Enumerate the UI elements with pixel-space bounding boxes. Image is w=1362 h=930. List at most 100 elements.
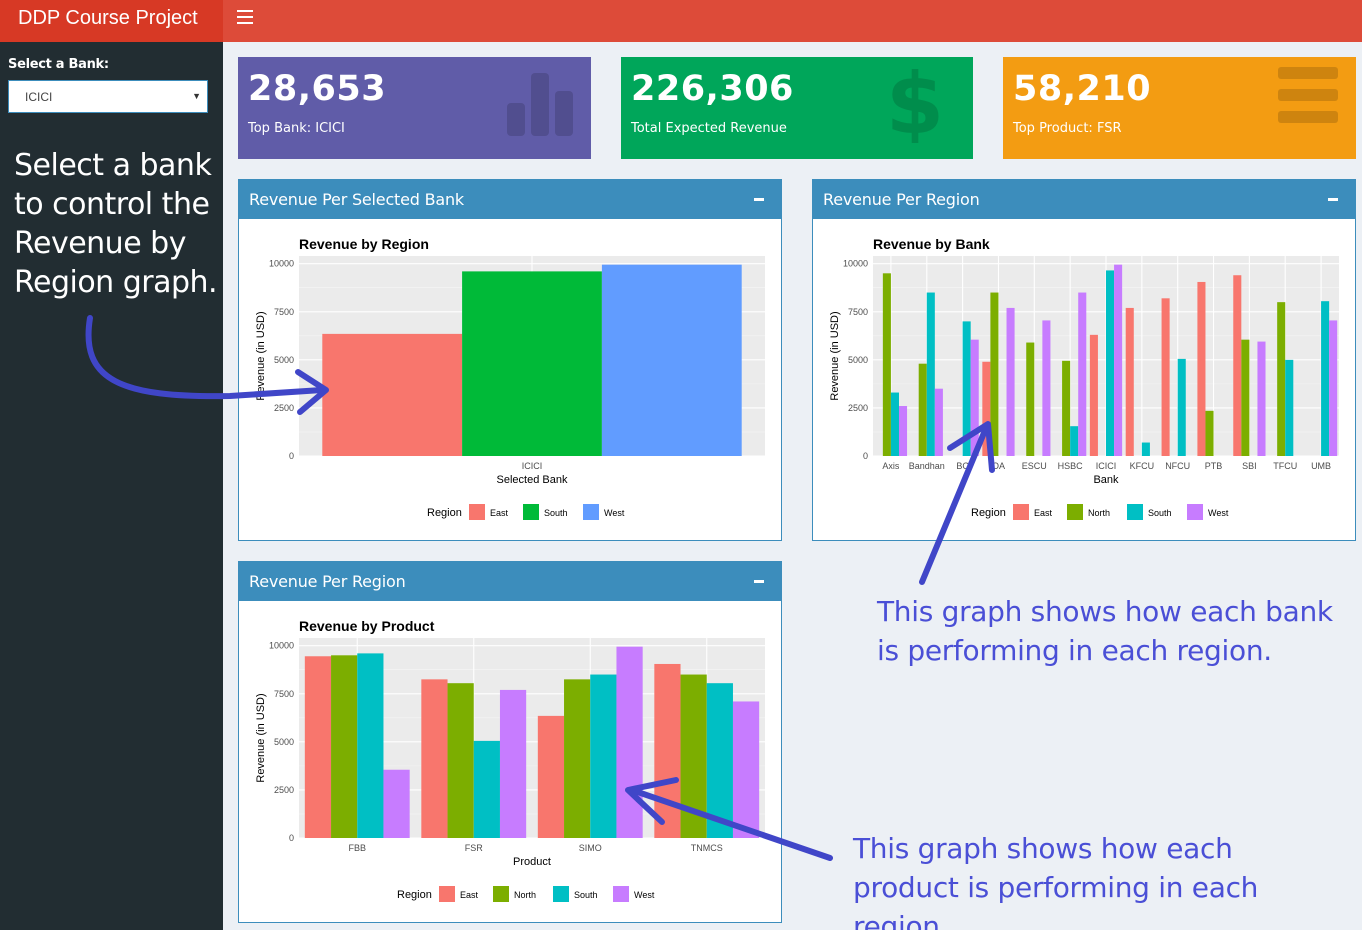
chart-title: Revenue by Product: [299, 618, 435, 634]
bar-icici-south: [462, 271, 602, 456]
caret-down-icon: ▼: [192, 91, 201, 101]
box-title: Revenue Per Selected Bank: [249, 190, 464, 209]
chart-title: Revenue by Bank: [873, 236, 990, 252]
y-tick-label: 10000: [269, 259, 294, 269]
bar-hsbc-west: [1078, 292, 1087, 456]
y-tick-label: 0: [289, 451, 294, 461]
legend-label-south: South: [574, 890, 598, 900]
bar-cboa-west: [1006, 307, 1015, 456]
bar-cboa-east: [982, 361, 991, 456]
top-product-value: 58,210: [1013, 69, 1152, 109]
bank-graph-annotation: This graph shows how each bank is perfor…: [877, 595, 1333, 667]
y-tick-label: 10000: [269, 641, 294, 651]
bar-bandhan-south: [926, 292, 935, 456]
legend-label-west: West: [1208, 508, 1229, 518]
top-bank-label: Top Bank: ICICI: [248, 121, 345, 136]
bar-kfcu-south: [1141, 442, 1150, 456]
y-tick-label: 2500: [274, 785, 294, 795]
legend-label-east: East: [490, 508, 509, 518]
legend-swatch-north: [493, 886, 509, 902]
x-tick-label: TFCU: [1273, 461, 1297, 471]
minimize-icon[interactable]: [1327, 189, 1341, 205]
x-tick-label: PTB: [1205, 461, 1223, 471]
bar-fsr-east: [421, 679, 448, 838]
legend-label-north: North: [514, 890, 536, 900]
x-tick-label: OA: [992, 461, 1005, 471]
bar-ptb-east: [1197, 281, 1206, 456]
legend-label-south: South: [544, 508, 568, 518]
list-icon: [1278, 67, 1338, 123]
bar-sbi-west: [1257, 341, 1266, 456]
bar-axis-north: [882, 273, 891, 456]
product-graph-annotation: This graph shows how each product is per…: [853, 832, 1259, 930]
legend-label-west: West: [634, 890, 655, 900]
box-title: Revenue Per Region: [823, 190, 980, 209]
bar-axis-south: [890, 392, 899, 456]
legend-label-south: South: [1148, 508, 1172, 518]
bar-tnmcs-south: [706, 683, 733, 838]
bar-icici-east: [322, 333, 463, 456]
y-tick-label: 7500: [274, 689, 294, 699]
total-revenue-value-box: 226,306 Total Expected Revenue $: [621, 57, 973, 159]
bar-fbb-south: [357, 653, 384, 838]
bar-bandhan-west: [934, 388, 943, 456]
legend-swatch-west: [583, 504, 599, 520]
bar-axis-west: [898, 406, 908, 456]
x-tick-label: UMB: [1311, 461, 1331, 471]
total-revenue-value: 226,306: [631, 69, 794, 109]
x-tick-label: NFCU: [1165, 461, 1190, 471]
x-tick-label: Bandhan: [909, 461, 945, 471]
legend-swatch-west: [613, 886, 629, 902]
bar-umb-west: [1329, 320, 1338, 456]
x-tick-label: ESCU: [1022, 461, 1047, 471]
legend-label-east: East: [1034, 508, 1053, 518]
legend-swatch-east: [1013, 504, 1029, 520]
bar-escu-west: [1042, 320, 1051, 456]
legend-label-north: North: [1088, 508, 1110, 518]
box-header: Revenue Per Region: [813, 180, 1355, 219]
bar-nfcu-east: [1161, 298, 1170, 456]
bar-ptb-north: [1205, 410, 1214, 456]
bar-simo-south: [590, 674, 617, 838]
dollar-icon: $: [886, 63, 944, 143]
y-tick-label: 7500: [848, 307, 868, 317]
y-axis-label: Revenue (in USD): [829, 311, 841, 400]
bar-bandhan-north: [918, 363, 927, 456]
minimize-icon[interactable]: [753, 189, 767, 205]
bank-select[interactable]: ICICI ▼: [8, 80, 208, 113]
bar-boa-south: [962, 321, 971, 456]
bar-icici-south: [1106, 270, 1115, 456]
x-tick-label: FSR: [465, 843, 484, 853]
bar-escu-north: [1026, 342, 1035, 456]
bar-cboa-north: [990, 292, 999, 456]
total-revenue-label: Total Expected Revenue: [631, 121, 787, 136]
top-product-value-box: 58,210 Top Product: FSR: [1003, 57, 1356, 159]
top-bank-value-box: 28,653 Top Bank: ICICI: [238, 57, 591, 159]
sidebar: Select a Bank: ICICI ▼ Select a bank to …: [0, 42, 223, 930]
bar-simo-north: [564, 679, 591, 838]
legend-swatch-east: [439, 886, 455, 902]
x-tick-label: KFCU: [1130, 461, 1155, 471]
hamburger-icon[interactable]: [237, 6, 253, 28]
legend-swatch-east: [469, 504, 485, 520]
x-tick-label: ICICI: [522, 461, 543, 471]
y-tick-label: 2500: [274, 403, 294, 413]
bar-tnmcs-east: [654, 663, 681, 838]
y-tick-label: 7500: [274, 307, 294, 317]
chart-title: Revenue by Region: [299, 236, 429, 252]
bar-fbb-east: [304, 656, 332, 838]
x-tick-label: Axis: [882, 461, 900, 471]
box-title: Revenue Per Region: [249, 572, 406, 591]
bar-boa-west: [970, 339, 979, 456]
sidebar-annotation: Select a bank to control the Revenue by …: [14, 148, 218, 300]
x-tick-label: SIMO: [579, 843, 602, 853]
bar-fsr-south: [473, 740, 500, 838]
bar-nfcu-south: [1177, 358, 1186, 456]
legend-swatch-west: [1187, 504, 1203, 520]
x-tick-label: BC: [956, 461, 969, 471]
app-title[interactable]: DDP Course Project: [0, 0, 223, 42]
minimize-icon[interactable]: [753, 571, 767, 587]
y-axis-label: Revenue (in USD): [255, 311, 267, 400]
y-tick-label: 5000: [274, 737, 294, 747]
box-header: Revenue Per Selected Bank: [239, 180, 781, 219]
